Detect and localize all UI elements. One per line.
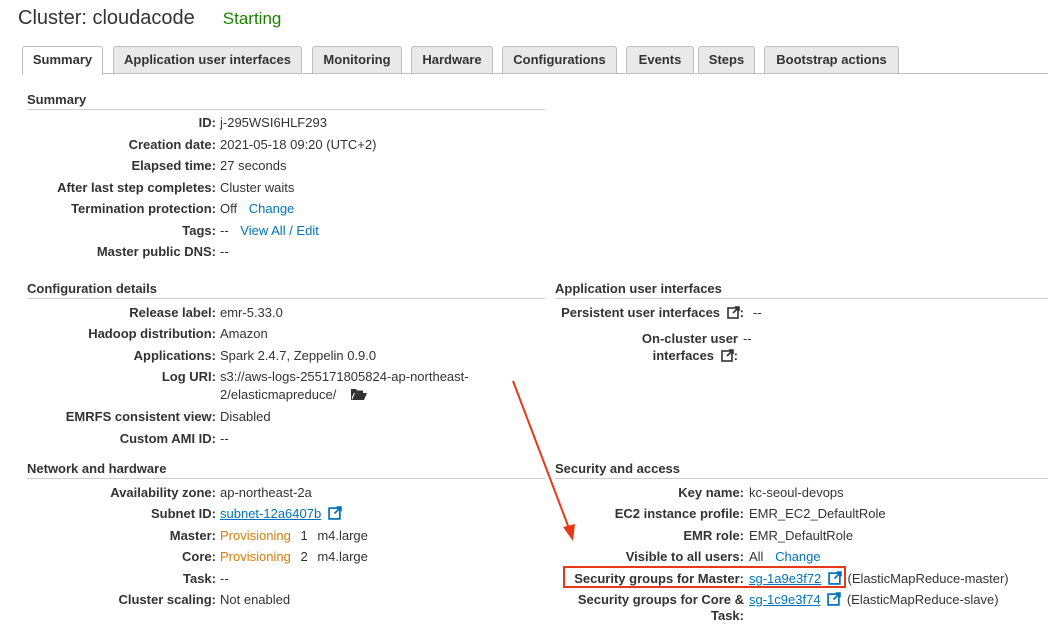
tags-view-edit-link[interactable]: View All / Edit [240,223,319,238]
termination-value: Off [220,201,238,216]
tab-monitoring[interactable]: Monitoring [312,46,402,73]
oncluster-ui-value: -- [743,331,752,346]
visible-change-link[interactable]: Change [775,549,821,564]
security-sg-master-row: Security groups for Master: sg-1a9e3f72 … [0,570,1048,588]
tags-value-group: -- View All / Edit [220,222,319,240]
security-ec2profile-row: EC2 instance profile: EMR_EC2_DefaultRol… [0,505,1048,523]
summary-dns-row: Master public DNS: -- [0,243,1048,261]
key-name-value: kc-seoul-devops [749,485,844,500]
field-label: Log URI: [161,369,216,384]
cluster-header: Cluster: cloudacode Starting [18,7,281,35]
config-loguri-row: Log URI: s3://aws-logs-255171805824-ap-n… [0,368,1048,386]
summary-tags-row: Tags: -- View All / Edit [0,222,1048,240]
summary-creation-row: Creation date: 2021-05-18 09:20 (UTC+2) [0,136,1048,154]
termination-value-group: Off Change [220,200,294,218]
field-label: Tags: [182,223,216,238]
tab-divider [22,73,1048,74]
field-label: ID: [198,115,216,130]
creation-date-value: 2021-05-18 09:20 (UTC+2) [220,137,377,152]
field-label: EMR role: [683,528,744,543]
summary-id-row: ID: j-295WSI6HLF293 [0,114,1048,132]
master-dns-value: -- [220,244,229,259]
sg-master-name: (ElasticMapReduce-master) [847,571,1009,586]
tab-bootstrap-actions[interactable]: Bootstrap actions [764,46,899,73]
oncluster-ui-row2: interfaces : [0,347,1048,365]
sg-core-name: (ElasticMapReduce-slave) [846,592,999,607]
security-visible-row: Visible to all users: All Change [0,548,1048,566]
tags-value: -- [220,223,229,238]
status-badge: Starting [222,9,282,28]
field-label: Termination protection: [71,201,216,216]
after-step-value: Cluster waits [220,180,295,195]
security-key-row: Key name: kc-seoul-devops [0,484,1048,502]
config-ami-row: Custom AMI ID: -- [0,430,1048,448]
field-label: Task: [711,608,744,623]
emr-role-value: EMR_DefaultRole [749,528,854,543]
field-label: After last step completes: [57,180,216,195]
field-label: EMRFS consistent view: [65,409,216,424]
external-link-icon[interactable] [726,306,740,324]
field-label: Persistent user interfaces [561,305,721,320]
config-section-title: Configuration details [27,281,545,299]
network-section-title: Network and hardware [27,461,545,479]
field-label: Elapsed time: [131,158,216,173]
oncluster-label-line2-group: interfaces : [653,347,738,367]
tab-events[interactable]: Events [626,46,694,73]
tab-steps[interactable]: Steps [698,46,755,73]
field-label: Creation date: [128,137,216,152]
field-label: On-cluster user [641,331,738,346]
oncluster-ui-row: On-cluster user -- [0,330,1048,348]
config-loguri-row2: 2/elasticmapreduce/ [0,386,1048,404]
folder-open-icon[interactable] [350,388,368,406]
persistent-ui-label-group: Persistent user interfaces : [561,304,744,324]
visible-value: All [749,549,764,564]
log-uri-line1: s3://aws-logs-255171805824-ap-northeast- [220,369,469,384]
security-sg-core-row2: Task: [0,607,1048,625]
summary-termination-row: Termination protection: Off Change [0,200,1048,218]
field-label: Visible to all users: [625,549,744,564]
field-label: EC2 instance profile: [614,506,744,521]
field-label: Custom AMI ID: [119,431,216,446]
field-label: Key name: [678,485,744,500]
log-uri-line2: 2/elasticmapreduce/ [220,387,337,402]
elapsed-time-value: 27 seconds [220,158,287,173]
sg-core-link[interactable]: sg-1c9e3f74 [749,592,821,607]
termination-change-link[interactable]: Change [249,201,295,216]
ec2-profile-value: EMR_EC2_DefaultRole [749,506,886,521]
field-label: Master public DNS: [96,244,216,259]
visible-value-group: All Change [749,548,821,566]
tab-configurations[interactable]: Configurations [502,46,617,73]
security-emrrole-row: EMR role: EMR_DefaultRole [0,527,1048,545]
app-ui-section-title: Application user interfaces [555,281,1048,299]
summary-after-step-row: After last step completes: Cluster waits [0,179,1048,197]
log-uri-line2-group: 2/elasticmapreduce/ [220,386,368,406]
config-emrfs-row: EMRFS consistent view: Disabled [0,408,1048,426]
security-section-title: Security and access [555,461,1048,479]
tab-summary[interactable]: Summary [22,46,103,75]
persistent-ui-row: Persistent user interfaces : -- [0,304,1048,322]
page-title: Cluster: cloudacode [18,7,195,29]
tab-application-user-interfaces[interactable]: Application user interfaces [113,46,302,73]
custom-ami-value: -- [220,431,229,446]
external-link-icon[interactable] [720,349,734,367]
field-label: interfaces [652,348,715,363]
persistent-ui-value: -- [753,305,762,320]
summary-section-title: Summary [27,92,545,110]
emrfs-value: Disabled [220,409,271,424]
cluster-id-value: j-295WSI6HLF293 [220,115,327,130]
highlight-box [563,566,846,588]
tab-hardware[interactable]: Hardware [411,46,493,73]
summary-elapsed-row: Elapsed time: 27 seconds [0,157,1048,175]
